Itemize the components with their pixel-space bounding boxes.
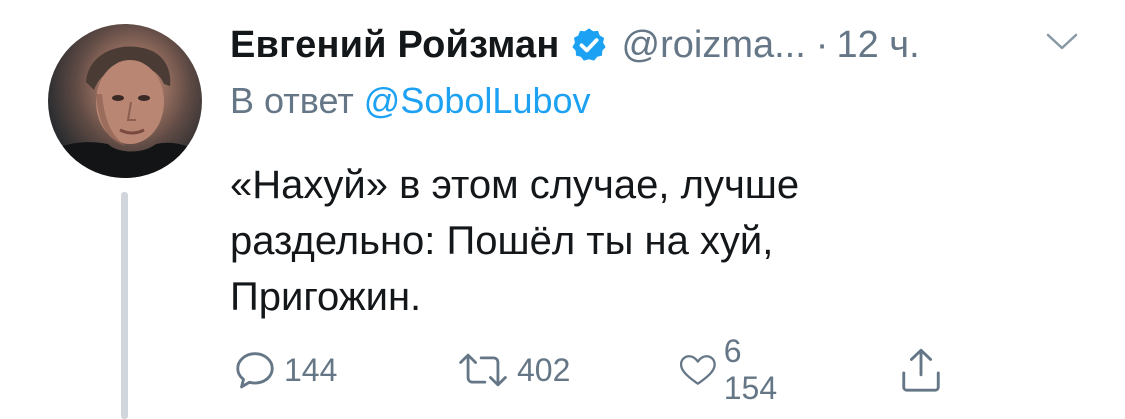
reply-mention-link[interactable]: @SobolLubov: [364, 80, 591, 121]
reply-button[interactable]: 144: [232, 345, 337, 395]
like-count: 6 154: [723, 333, 778, 406]
tweet-header: Евгений Ройзман @roizma... · 12 ч.: [230, 20, 920, 70]
tweet-text-line: «Нахуй» в этом случае, лучше: [230, 163, 800, 207]
avatar[interactable]: [48, 24, 202, 178]
like-button[interactable]: 6 154: [678, 333, 787, 406]
reply-count: 144: [284, 351, 338, 388]
thread-line: [121, 192, 128, 419]
author-handle[interactable]: @roizma...: [622, 24, 806, 67]
tweet-timestamp[interactable]: 12 ч.: [836, 24, 919, 67]
avatar-photo: [48, 46, 202, 178]
reply-context: В ответ @SobolLubov: [230, 80, 591, 122]
reply-bubble-icon: [236, 352, 274, 389]
author-name[interactable]: Евгений Ройзман: [230, 24, 560, 67]
tweet-text: «Нахуй» в этом случае, лучше раздельно: …: [230, 157, 1070, 325]
heart-icon: [679, 355, 716, 385]
tweet-text-line: раздельно: Пошёл ты на хуй,: [230, 219, 774, 263]
retweet-count: 402: [517, 351, 571, 388]
chevron-down-icon[interactable]: [1045, 30, 1079, 54]
share-button[interactable]: [898, 345, 944, 395]
verified-badge-icon: [570, 26, 608, 64]
tweet[interactable]: Евгений Ройзман @roizma... · 12 ч. В отв…: [0, 0, 1125, 419]
retweet-button[interactable]: 402: [455, 345, 570, 395]
reply-prefix: В ответ: [230, 80, 354, 121]
retweet-icon: [459, 353, 507, 387]
share-icon: [902, 348, 940, 392]
separator-dot: ·: [815, 23, 829, 66]
tweet-text-line: Пригожин.: [230, 275, 422, 319]
